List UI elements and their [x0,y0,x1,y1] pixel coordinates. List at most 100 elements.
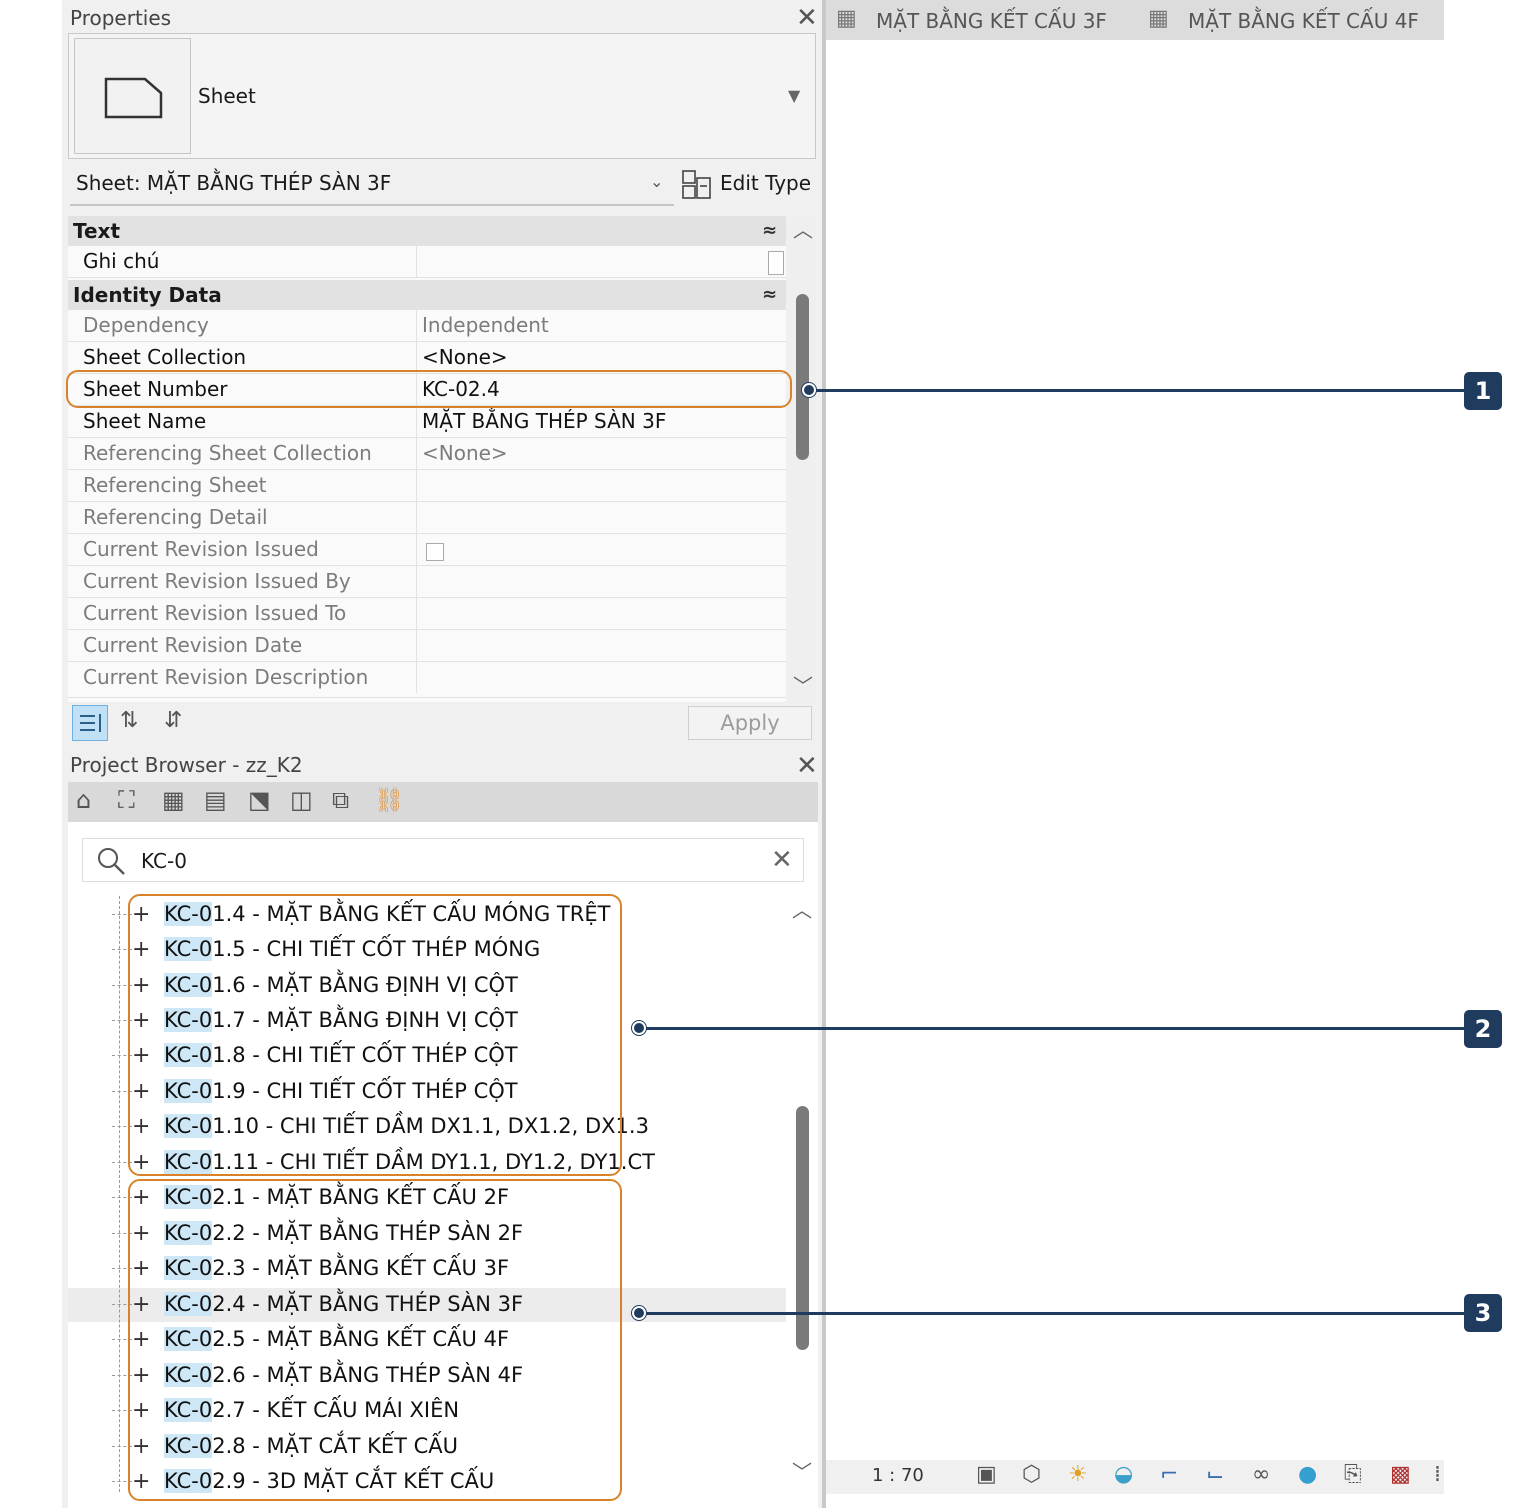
crop-region-icon[interactable]: ⌙ [1206,1464,1224,1486]
column-separator [416,534,417,565]
callout-dot [632,1306,646,1320]
panel-divider[interactable] [822,0,826,1508]
group-icon[interactable]: ⧉ [332,788,349,812]
search-input[interactable]: KC-0 [141,849,187,873]
temporary-hide-icon[interactable]: ∞ [1252,1464,1270,1486]
outline-sheet-number [66,370,792,408]
column-separator [416,342,417,373]
properties-scrollbar[interactable] [788,218,816,702]
scale-label[interactable]: 1 : 70 [872,1465,924,1486]
callout-badge: 1 [1464,372,1502,410]
crop-icon[interactable]: ⌐ [1160,1464,1178,1486]
search-icon [98,848,125,875]
browser-search[interactable]: KC-0 ✕ [82,838,804,882]
sort-ascending-icon[interactable]: ⇅ [120,710,138,732]
view-icon[interactable]: ⛶ [118,788,135,812]
property-key: Sheet Collection [83,345,247,369]
callout-line [810,389,1464,392]
categorized-view-button[interactable] [72,705,108,741]
close-icon[interactable]: ✕ [796,5,818,31]
analytical-icon[interactable]: ⎘ [1344,1464,1362,1486]
view-tab[interactable]: MẶT BẰNG KẾT CẤU 3F [876,9,1107,33]
scroll-up-icon[interactable]: ︿ [792,900,812,920]
property-row[interactable]: Current Revision Issued By [68,566,786,598]
sheet-tab-icon: ▦ [1148,6,1169,31]
properties-header: Properties ✕ [62,0,822,36]
instance-selector[interactable]: Sheet: MẶT BẰNG THÉP SÀN 3F [76,171,391,195]
type-preview [74,38,191,154]
property-row[interactable]: Current Revision Description [68,662,786,698]
property-key: Current Revision Date [83,633,303,657]
column-separator [416,438,417,469]
scroll-down-icon[interactable]: ﹀ [792,1462,812,1482]
selector-underline [70,204,674,206]
dropdown-arrow-icon[interactable]: ▼ [788,88,800,104]
sheet-view-icon[interactable]: ⬔ [248,788,271,812]
property-key: Referencing Detail [83,505,268,529]
scrollbar-thumb[interactable] [796,294,809,460]
home-icon[interactable]: ⌂ [76,788,91,812]
column-separator [416,630,417,661]
sun-path-icon[interactable]: ☀ [1068,1464,1088,1486]
more-icon[interactable]: ⁞ [1434,1464,1441,1486]
column-separator [416,662,417,693]
highlight-displacement-icon[interactable]: ▩ [1390,1464,1411,1486]
chevron-down-icon[interactable]: ⌄ [650,174,663,190]
sheet-name-field[interactable]: MẶT BẰNG THÉP SÀN 3F [422,406,666,437]
view-tab[interactable]: MẶT BẰNG KẾT CẤU 4F [1188,9,1419,33]
property-key: Current Revision Issued To [83,601,347,625]
reveal-hidden-icon[interactable]: ● [1298,1464,1317,1486]
edit-type-icon[interactable] [682,170,712,200]
family-icon[interactable]: ◫ [290,788,313,812]
property-value[interactable]: <None> [422,342,508,373]
checkbox[interactable] [426,543,444,561]
shadows-icon[interactable]: ◒ [1114,1464,1133,1486]
scroll-down-icon[interactable]: ﹀ [793,676,813,696]
link-icon[interactable]: ⛓ [374,788,404,812]
column-separator [416,502,417,533]
property-key: Dependency [83,313,209,337]
collapse-icon[interactable]: ≈ [762,286,777,304]
category-text[interactable]: Text ≈ [68,216,786,246]
property-row[interactable]: Referencing Sheet Collection <None> [68,438,786,470]
property-row[interactable]: Ghi chú [68,246,786,278]
property-row[interactable]: Referencing Sheet [68,470,786,502]
category-identity-data[interactable]: Identity Data ≈ [68,280,786,310]
edit-type-button[interactable]: Edit Type [720,171,811,195]
property-row-sheet-name[interactable]: Sheet Name MẶT BẰNG THÉP SÀN 3F [68,406,786,438]
category-label: Text [73,219,121,243]
close-icon[interactable]: ✕ [796,753,818,779]
text-field[interactable] [768,251,784,275]
project-browser-title: Project Browser - zz_K2 [70,753,303,777]
property-value: Independent [422,313,549,337]
sheet-icon [104,77,163,119]
properties-title: Properties [70,6,172,30]
property-row[interactable]: Dependency Independent [68,310,786,342]
outline-group-kc01 [128,894,622,1176]
visual-style-icon[interactable]: ⬡ [1022,1464,1041,1486]
callout-badge: 2 [1464,1010,1502,1048]
callout-line [640,1027,1464,1030]
column-separator [416,406,417,437]
detail-level-icon[interactable]: ▣ [976,1464,997,1486]
clear-search-icon[interactable]: ✕ [771,847,793,873]
sort-descending-icon[interactable]: ⇵ [164,710,182,732]
scroll-up-icon[interactable]: ︿ [793,220,813,240]
property-row[interactable]: Current Revision Date [68,630,786,662]
property-row[interactable]: Current Revision Issued [68,534,786,566]
categorize-icon [80,714,101,732]
apply-button[interactable]: Apply [688,706,812,740]
schedule-icon[interactable]: ▤ [204,788,227,812]
column-separator [416,246,417,277]
category-label: Identity Data [73,283,222,307]
collapse-icon[interactable]: ≈ [762,222,777,240]
property-key: Ghi chú [83,249,160,273]
property-key: Current Revision Issued [83,537,319,561]
callout-dot [632,1021,646,1035]
view-tab-bar: ▦ MẶT BẰNG KẾT CẤU 3F ▦ MẶT BẰNG KẾT CẤU… [826,0,1444,40]
column-separator [416,310,417,341]
property-row[interactable]: Referencing Detail [68,502,786,534]
legend-icon[interactable]: ▦ [162,788,185,812]
property-key: Referencing Sheet Collection [83,441,372,465]
property-row[interactable]: Current Revision Issued To [68,598,786,630]
